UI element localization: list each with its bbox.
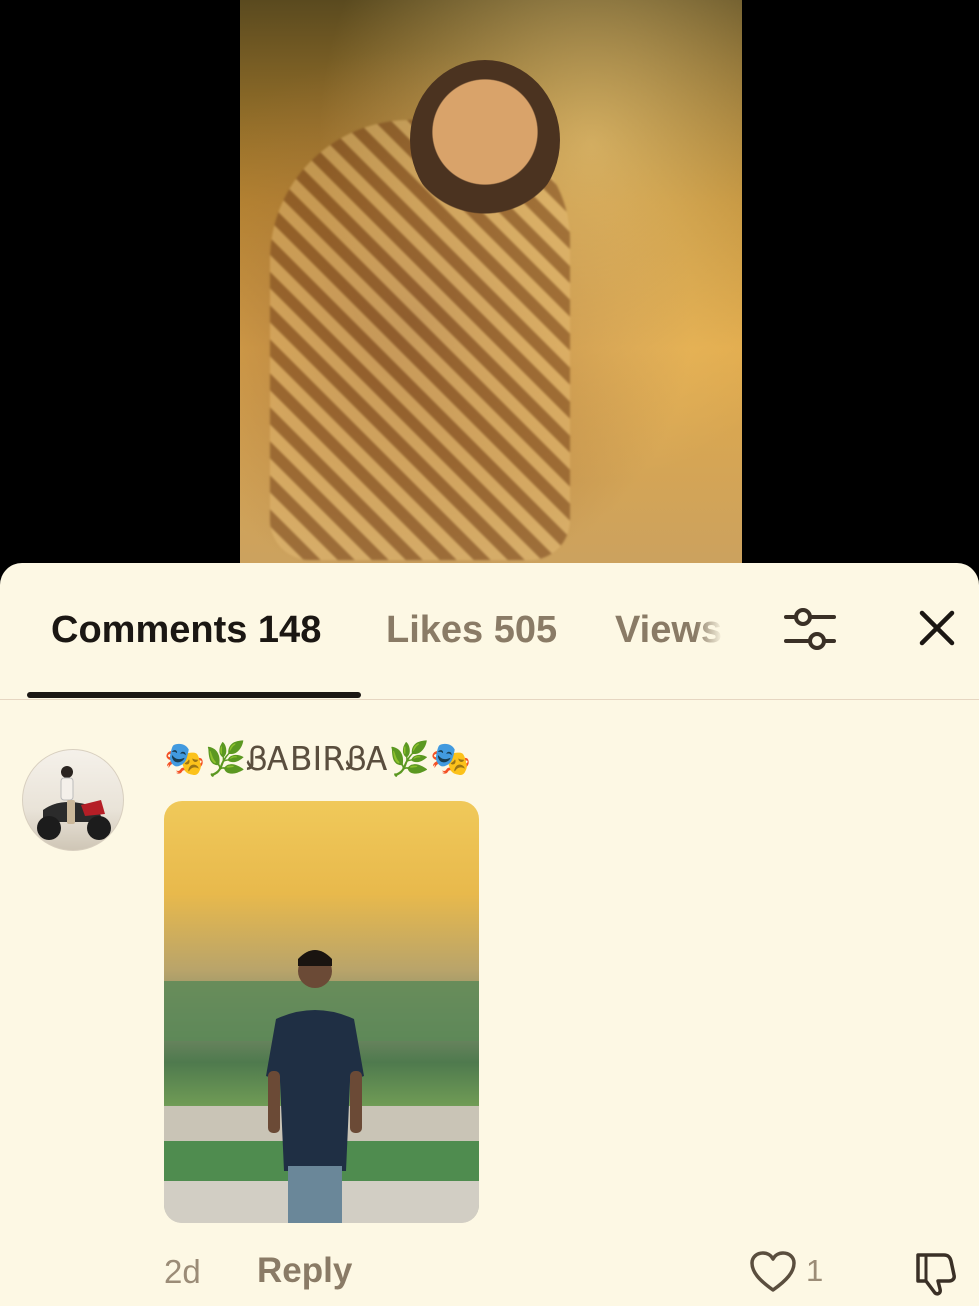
tab-comments[interactable]: Comments 148 bbox=[51, 609, 321, 652]
sliders-icon bbox=[784, 608, 836, 650]
like-count: 1 bbox=[806, 1253, 824, 1288]
screen: Comments 148 Likes 505 Views 🎭🌿ᏰᎪBIRᏰᎪ🌿🎭… bbox=[0, 0, 979, 1306]
dislike-button[interactable] bbox=[912, 1247, 962, 1299]
close-button[interactable] bbox=[912, 603, 962, 653]
comment-time: 2d bbox=[164, 1253, 201, 1290]
comments-sheet: Comments 148 Likes 505 Views 🎭🌿ᏰᎪBIRᏰᎪ🌿🎭… bbox=[0, 563, 979, 1306]
tab-views[interactable]: Views bbox=[615, 609, 723, 652]
comment-photo[interactable] bbox=[164, 801, 479, 1223]
avatar[interactable] bbox=[22, 749, 124, 851]
filter-button[interactable] bbox=[782, 601, 838, 657]
video-preview[interactable] bbox=[240, 0, 742, 580]
reply-button[interactable]: Reply bbox=[257, 1251, 352, 1291]
tab-likes[interactable]: Likes 505 bbox=[386, 609, 557, 652]
comment-username[interactable]: 🎭🌿ᏰᎪBIRᏰᎪ🌿🎭 bbox=[164, 739, 471, 779]
thumbs-down-icon bbox=[916, 1253, 956, 1296]
video-figure-head bbox=[410, 60, 560, 220]
comment-photo-art bbox=[164, 950, 479, 1223]
tab-bar: Comments 148 Likes 505 Views bbox=[0, 563, 979, 700]
like-button[interactable] bbox=[748, 1247, 798, 1297]
heart-icon bbox=[750, 1251, 796, 1292]
active-tab-indicator bbox=[27, 692, 361, 698]
close-icon bbox=[919, 610, 955, 646]
avatar-image bbox=[37, 766, 111, 840]
